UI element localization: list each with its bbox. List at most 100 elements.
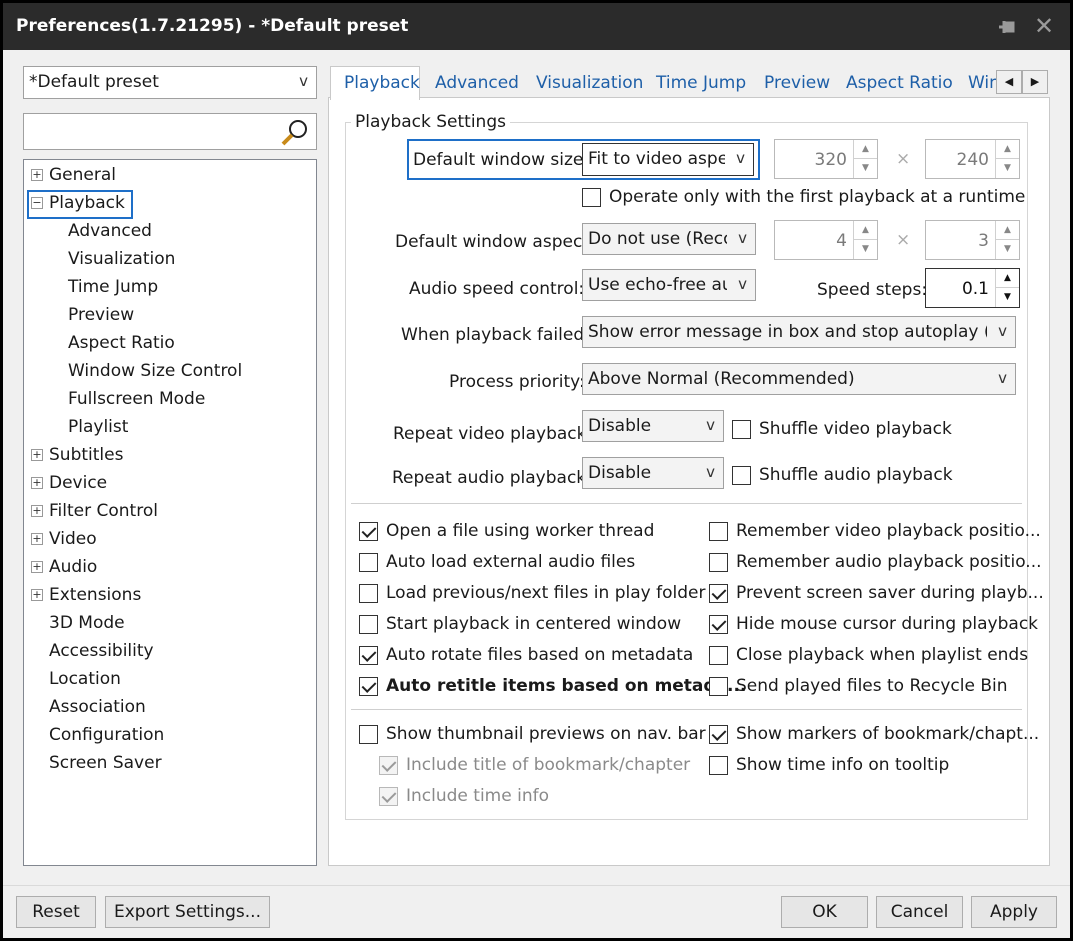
spin-up-icon[interactable]: ▲: [996, 269, 1019, 288]
checkbox-box: [732, 420, 751, 439]
spin-up-icon[interactable]: ▲: [996, 221, 1019, 240]
window-width-stepper[interactable]: 320 ▲ ▼: [774, 139, 878, 179]
aspect-height-stepper[interactable]: 3 ▲ ▼: [925, 220, 1020, 260]
tree-item-label: Preview: [68, 305, 135, 325]
checkbox-box: [709, 725, 728, 744]
tree-item-association[interactable]: Association: [31, 697, 291, 721]
expand-icon[interactable]: +: [31, 477, 43, 489]
tree-item-label: 3D Mode: [49, 613, 125, 633]
spin-up-icon[interactable]: ▲: [854, 140, 877, 159]
repeat-audio-select[interactable]: Disable v: [582, 457, 724, 489]
window-height-value: 240: [956, 150, 989, 170]
tab-advanced[interactable]: Advanced: [435, 66, 519, 100]
group-title: Playback Settings: [351, 112, 510, 132]
chevron-down-icon: v: [299, 72, 308, 90]
tree-item-extensions[interactable]: + Extensions: [31, 585, 291, 609]
expand-icon[interactable]: +: [31, 533, 43, 545]
option-label: Remember video playback positio...: [736, 521, 1041, 541]
tab-time-jump[interactable]: Time Jump: [656, 66, 746, 100]
aspect-select[interactable]: Do not use (Recommended) v: [582, 223, 756, 255]
search-icon: [281, 120, 307, 146]
option-label: Close playback when playlist ends: [736, 645, 1029, 665]
aspect-height-value: 3: [978, 231, 989, 251]
tree-item-label: Aspect Ratio: [68, 333, 175, 353]
dialog-body: *Default preset v + General − Playback Advan…: [3, 50, 1070, 938]
tree-item-playlist[interactable]: Playlist: [68, 417, 316, 441]
export-settings-button[interactable]: Export Settings...: [105, 896, 270, 928]
apply-button[interactable]: Apply: [971, 896, 1057, 928]
markers-label: Show markers of bookmark/chapt...: [736, 724, 1040, 744]
checkbox-box: [709, 553, 728, 572]
reset-button[interactable]: Reset: [16, 896, 96, 928]
tree-item-location[interactable]: Location: [31, 669, 291, 693]
pin-icon[interactable]: [995, 15, 1019, 39]
divider: [351, 709, 1022, 710]
thumbnail-label: Show thumbnail previews on nav. bar: [386, 724, 706, 744]
preset-select[interactable]: *Default preset v: [23, 66, 317, 99]
aspect-width-stepper[interactable]: 4 ▲ ▼: [774, 220, 878, 260]
option-label: Prevent screen saver during playb...: [736, 583, 1044, 603]
window-height-stepper[interactable]: 240 ▲ ▼: [925, 139, 1020, 179]
checkbox-box: [359, 725, 378, 744]
tab-visualization[interactable]: Visualization: [536, 66, 643, 100]
window-size-value: Fit to video aspect: [588, 149, 725, 169]
tree-item-aspect-ratio[interactable]: Aspect Ratio: [68, 333, 316, 357]
audio-speed-select[interactable]: Use echo-free audio v: [582, 269, 756, 301]
spin-down-icon[interactable]: ▼: [854, 159, 877, 178]
expand-icon[interactable]: +: [31, 169, 43, 181]
tree-item-fullscreen-mode[interactable]: Fullscreen Mode: [68, 389, 316, 413]
window-width-value: 320: [814, 150, 847, 170]
tree-item-subtitles[interactable]: + Subtitles: [31, 445, 291, 469]
window-size-label: Default window size:: [413, 150, 590, 170]
tree-item-filter-control[interactable]: + Filter Control: [31, 501, 291, 525]
tree-item-screen-saver[interactable]: Screen Saver: [31, 753, 291, 777]
tree-item-label: Accessibility: [49, 641, 154, 661]
close-icon[interactable]: ✕: [1031, 13, 1057, 39]
category-tree[interactable]: + General − Playback Advanced Visualization Ti…: [23, 159, 317, 866]
footer-divider: [3, 885, 1070, 886]
tree-item-advanced[interactable]: Advanced: [68, 221, 316, 245]
spin-up-icon[interactable]: ▲: [996, 140, 1019, 159]
tree-item-audio[interactable]: + Audio: [31, 557, 291, 581]
tree-item-preview[interactable]: Preview: [68, 305, 316, 329]
tree-item-window-size-control[interactable]: Window Size Control: [68, 361, 316, 385]
tree-item-configuration[interactable]: Configuration: [31, 725, 291, 749]
spin-down-icon[interactable]: ▼: [996, 159, 1019, 178]
expand-icon[interactable]: +: [31, 449, 43, 461]
expand-icon[interactable]: +: [31, 505, 43, 517]
tree-item-time-jump[interactable]: Time Jump: [68, 277, 316, 301]
repeat-video-label: Repeat video playback:: [393, 424, 593, 444]
cancel-button[interactable]: Cancel: [876, 896, 963, 928]
tree-item-3d-mode[interactable]: 3D Mode: [31, 613, 291, 637]
tab-preview[interactable]: Preview: [764, 66, 830, 100]
tree-item-accessibility[interactable]: Accessibility: [31, 641, 291, 665]
speed-steps-stepper[interactable]: 0.1 ▲ ▼: [925, 268, 1020, 308]
tab-win[interactable]: Win: [968, 66, 996, 100]
tree-item-video[interactable]: + Video: [31, 529, 291, 553]
expand-icon[interactable]: +: [31, 589, 43, 601]
spin-down-icon[interactable]: ▼: [996, 288, 1019, 307]
audio-speed-value: Use echo-free audio: [588, 275, 727, 295]
option-label: Load previous/next files in play folder: [386, 583, 706, 603]
chevron-down-icon: v: [706, 463, 715, 481]
spin-up-icon[interactable]: ▲: [854, 221, 877, 240]
failed-select[interactable]: Show error message in box and stop autop…: [582, 316, 1016, 348]
search-input[interactable]: [23, 113, 317, 150]
tab-aspect-ratio[interactable]: Aspect Ratio: [846, 66, 953, 100]
tab-scroll-right[interactable]: ▶: [1022, 70, 1048, 94]
tree-item-label: Filter Control: [49, 501, 158, 521]
tree-item-visualization[interactable]: Visualization: [68, 249, 316, 273]
expand-icon[interactable]: +: [31, 561, 43, 573]
spin-down-icon[interactable]: ▼: [996, 240, 1019, 259]
tree-item-label: Playlist: [68, 417, 129, 437]
tab-scroll-left[interactable]: ◀: [996, 70, 1022, 94]
tree-item-device[interactable]: + Device: [31, 473, 291, 497]
ok-button[interactable]: OK: [781, 896, 868, 928]
tree-selection: [27, 190, 133, 219]
priority-select[interactable]: Above Normal (Recommended) v: [582, 363, 1016, 395]
window-size-select[interactable]: Fit to video aspect v: [582, 143, 754, 176]
repeat-video-select[interactable]: Disable v: [582, 410, 724, 442]
tree-item-general[interactable]: + General: [31, 165, 291, 189]
spin-down-icon[interactable]: ▼: [854, 240, 877, 259]
tab-playback[interactable]: Playback: [344, 66, 420, 100]
